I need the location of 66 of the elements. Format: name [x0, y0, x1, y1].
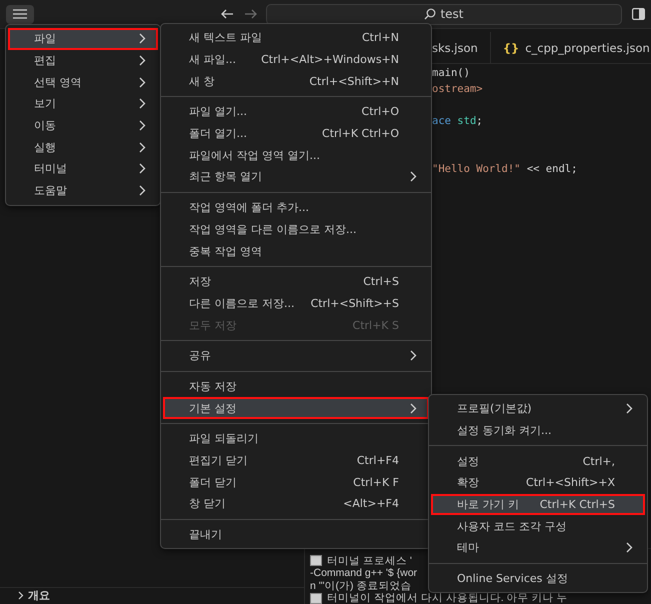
- menu-item[interactable]: 실행: [8, 136, 158, 158]
- editor-tab[interactable]: {} c_cpp_properties.json: [490, 32, 651, 63]
- chevron-icon: [139, 185, 146, 196]
- menu-item[interactable]: 사용자 코드 조각 구성: [431, 515, 645, 538]
- menu-item[interactable]: Online Services 설정: [431, 568, 645, 590]
- chevron-icon: [139, 55, 146, 66]
- arrow-right-icon: [244, 9, 258, 19]
- section-header[interactable]: 개요: [0, 587, 304, 604]
- code-line: main(): [432, 66, 470, 81]
- menu-item[interactable]: 끝내기: [163, 524, 429, 546]
- panel-layout-icon[interactable]: [632, 8, 645, 20]
- menu-item[interactable]: 편집: [8, 50, 158, 72]
- forward-button[interactable]: [244, 9, 258, 19]
- chevron-icon: [18, 590, 24, 600]
- search-icon: [424, 8, 436, 20]
- menu-item[interactable]: 설정 Ctrl+,: [431, 450, 645, 472]
- terminal-marker-icon: [310, 592, 322, 604]
- menu-item[interactable]: 기본 설정: [163, 397, 429, 419]
- terminal-marker-icon: [310, 555, 322, 566]
- menu-item[interactable]: 확장 Ctrl+<Shift>+X: [431, 472, 645, 494]
- terminal-text: n '"이(가) 종료되었습: [310, 578, 412, 592]
- chevron-icon: [139, 142, 146, 153]
- menu-item[interactable]: 파일 열기... Ctrl+O: [163, 101, 429, 123]
- terminal-text: 터미널 프로세스 ': [327, 554, 412, 568]
- menu-item[interactable]: 바로 가기 키 Ctrl+K Ctrl+S: [431, 494, 645, 516]
- menu-item[interactable]: 새 파일... Ctrl+<Alt>+Windows+N: [163, 48, 429, 70]
- menu-item[interactable]: 프로필(기본값): [431, 398, 645, 420]
- chevron-icon: [139, 163, 146, 174]
- menu-item[interactable]: 폴더 닫기 Ctrl+K F: [163, 471, 429, 494]
- menu-item[interactable]: 자동 저장: [163, 376, 429, 398]
- menu-item[interactable]: 터미널: [8, 158, 158, 180]
- menu-item[interactable]: 저장 Ctrl+S: [163, 270, 429, 293]
- menu-item[interactable]: 테마: [431, 537, 645, 559]
- terminal-text: -Command g++ '$ {wor: [310, 567, 418, 579]
- arrow-left-icon: [220, 9, 234, 19]
- chevron-icon: [139, 76, 146, 88]
- menu-item[interactable]: 새 텍스트 파일 Ctrl+N: [163, 27, 429, 49]
- search-field[interactable]: test: [266, 4, 622, 24]
- menu-button[interactable]: [6, 4, 34, 24]
- menu-icon: [13, 9, 27, 19]
- menu-item[interactable]: 편집기 닫기 Ctrl+F4: [163, 450, 429, 472]
- menu-item[interactable]: 설정 동기화 켜기...: [431, 420, 645, 442]
- chevron-icon: [139, 33, 146, 44]
- menu-item[interactable]: 창 닫기 <Alt>+F4: [163, 493, 429, 515]
- menu-item[interactable]: 파일 되돌리기: [163, 428, 429, 450]
- menu-item[interactable]: 도움말: [8, 180, 158, 202]
- menu-item[interactable]: 파일에서 작업 영역 열기...: [163, 144, 429, 166]
- menu-item[interactable]: 파일: [8, 28, 158, 50]
- menu-item[interactable]: 다른 이름으로 저장... Ctrl+<Shift>+S: [163, 292, 429, 314]
- menu-item[interactable]: 중복 작업 영역: [163, 240, 429, 262]
- menu-item[interactable]: 새 창 Ctrl+<Shift>+N: [163, 70, 429, 92]
- menu-item[interactable]: 최근 항목 열기: [163, 166, 429, 188]
- code-line: "Hello World!" << endl;: [432, 162, 578, 177]
- menu-item[interactable]: 선택 영역: [8, 71, 158, 94]
- code-line: ace std;: [432, 114, 483, 129]
- menu-item[interactable]: 공유: [163, 344, 429, 367]
- menu-item[interactable]: 보기: [8, 93, 158, 115]
- code-line: ostream>: [432, 82, 483, 97]
- back-button[interactable]: [220, 9, 234, 19]
- menu-item[interactable]: 폴더 열기... Ctrl+K Ctrl+O: [163, 122, 429, 144]
- menu-item[interactable]: 작업 영역에 폴더 추가...: [163, 196, 429, 218]
- chevron-icon: [139, 120, 146, 132]
- menu-item[interactable]: 작업 영역을 다른 이름으로 저장...: [163, 218, 429, 240]
- terminal-text: 터미널이 작업에서 다시 사용됩니다. 아무 키나 누: [327, 592, 568, 604]
- chevron-icon: [139, 98, 146, 110]
- menu-item[interactable]: 이동: [8, 114, 158, 136]
